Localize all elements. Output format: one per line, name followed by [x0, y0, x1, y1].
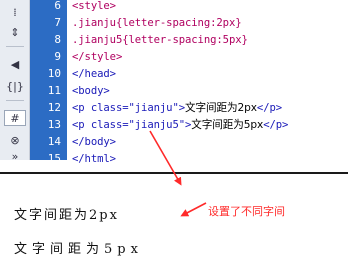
code-text: <style>: [72, 0, 116, 12]
code-editor: ⁞ ⇕ ◀ {|} # ⊗ » 6 <style> 7 .jianju{lett…: [0, 0, 348, 165]
line-number: 12: [47, 101, 61, 114]
line-number: 6: [54, 0, 61, 12]
code-line[interactable]: 13 <p class="jianju5">文字间距为5px</p>: [30, 116, 348, 133]
more-icon[interactable]: »: [4, 148, 26, 164]
code-line[interactable]: 8 .jianju5{letter-spacing:5px}: [30, 31, 348, 48]
code-tag-open: <p class="jianju">: [72, 102, 186, 114]
preview-text-5px: 文字间距为5px: [14, 242, 143, 257]
code-line[interactable]: 7 .jianju{letter-spacing:2px}: [30, 14, 348, 31]
editor-toolbar: ⁞ ⇕ ◀ {|} # ⊗ »: [0, 0, 30, 163]
code-tag-close: </p>: [256, 102, 283, 114]
code-line[interactable]: 10 </head>: [30, 65, 348, 82]
code-line[interactable]: 6 <style>: [30, 0, 348, 14]
line-number: 13: [47, 118, 61, 131]
code-line[interactable]: 11 <body>: [30, 82, 348, 99]
collapse-icon[interactable]: ⇕: [4, 24, 26, 40]
code-content: 文字间距为5px: [191, 119, 264, 131]
line-number: 8: [54, 33, 61, 46]
code-text: <body>: [72, 84, 110, 97]
code-text: <p class="jianju">文字间距为2px</p>: [67, 100, 282, 115]
code-text: .jianju5{letter-spacing:5px}: [72, 33, 248, 46]
code-line[interactable]: 9 </style>: [30, 48, 348, 65]
code-text: </head>: [72, 67, 116, 80]
code-line[interactable]: 14 </body>: [30, 133, 348, 150]
line-number: 11: [47, 84, 61, 97]
annotation-label: 设置了不同字间: [208, 205, 285, 218]
code-text: </body>: [72, 135, 116, 148]
code-content: 文字间距为2px: [185, 102, 257, 114]
braces-icon[interactable]: {|}: [4, 78, 26, 94]
toolbar-divider: [6, 46, 24, 47]
comment-icon[interactable]: ⊗: [4, 132, 26, 148]
code-text: </style>: [72, 50, 123, 63]
code-tag-close: </p>: [263, 119, 289, 131]
line-number: 7: [54, 16, 61, 29]
code-text: .jianju{letter-spacing:2px}: [72, 16, 242, 29]
line-number: 15: [47, 152, 61, 165]
code-text: <p class="jianju5">文字间距为5px</p>: [67, 117, 288, 132]
code-line[interactable]: 12 <p class="jianju">文字间距为2px</p>: [30, 99, 348, 116]
format-icon[interactable]: ⁞: [4, 4, 26, 20]
code-tag-open: <p class="jianju5">: [72, 119, 192, 131]
select-tag-icon[interactable]: ◀: [4, 56, 26, 72]
line-number: 10: [47, 67, 61, 80]
code-text: </html>: [72, 152, 116, 165]
code-line[interactable]: 15 </html>: [30, 150, 348, 167]
toolbar-divider: [6, 100, 24, 101]
preview-pane: 文字间距为2px 文字间距为5px: [0, 174, 348, 267]
line-number: 9: [54, 50, 61, 63]
preview-text-2px: 文字间距为2px: [14, 208, 119, 223]
line-number: 14: [47, 135, 61, 148]
hash-icon[interactable]: #: [4, 110, 26, 126]
